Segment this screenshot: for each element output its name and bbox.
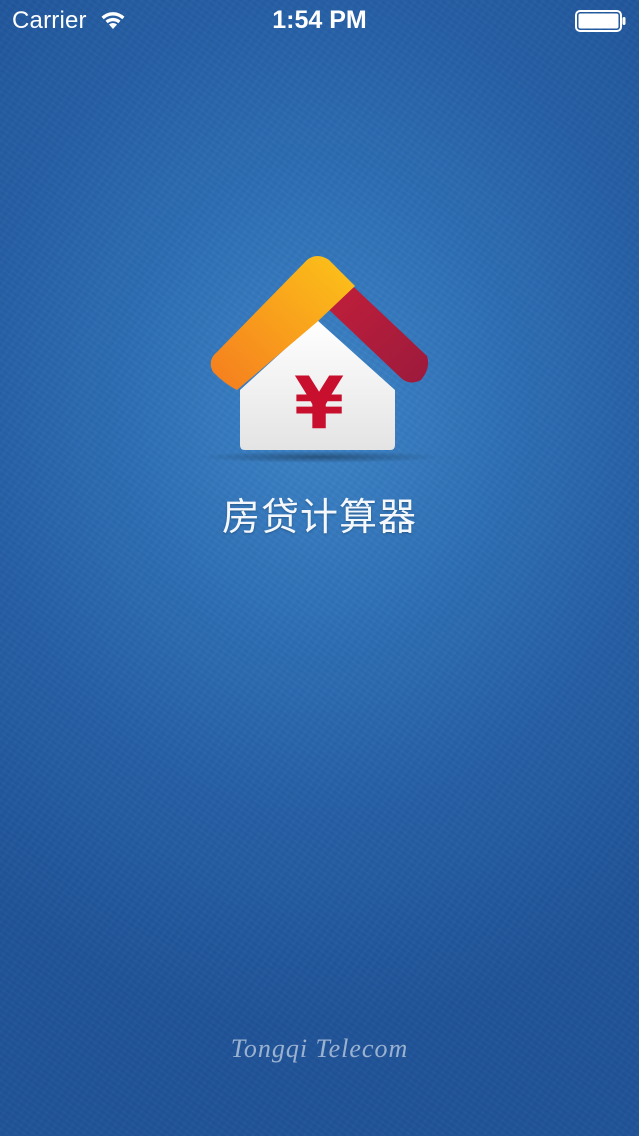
house-yuan-icon: ¥ bbox=[195, 250, 445, 470]
yuan-symbol: ¥ bbox=[294, 361, 344, 445]
app-title: 房贷计算器 bbox=[221, 497, 417, 539]
status-bar: Carrier 1:54 PM bbox=[0, 0, 639, 40]
battery-icon bbox=[575, 10, 627, 32]
background-texture bbox=[0, 0, 639, 1136]
company-name: Tongqi Telecom bbox=[230, 1034, 409, 1063]
status-time: 1:54 PM bbox=[272, 6, 367, 34]
